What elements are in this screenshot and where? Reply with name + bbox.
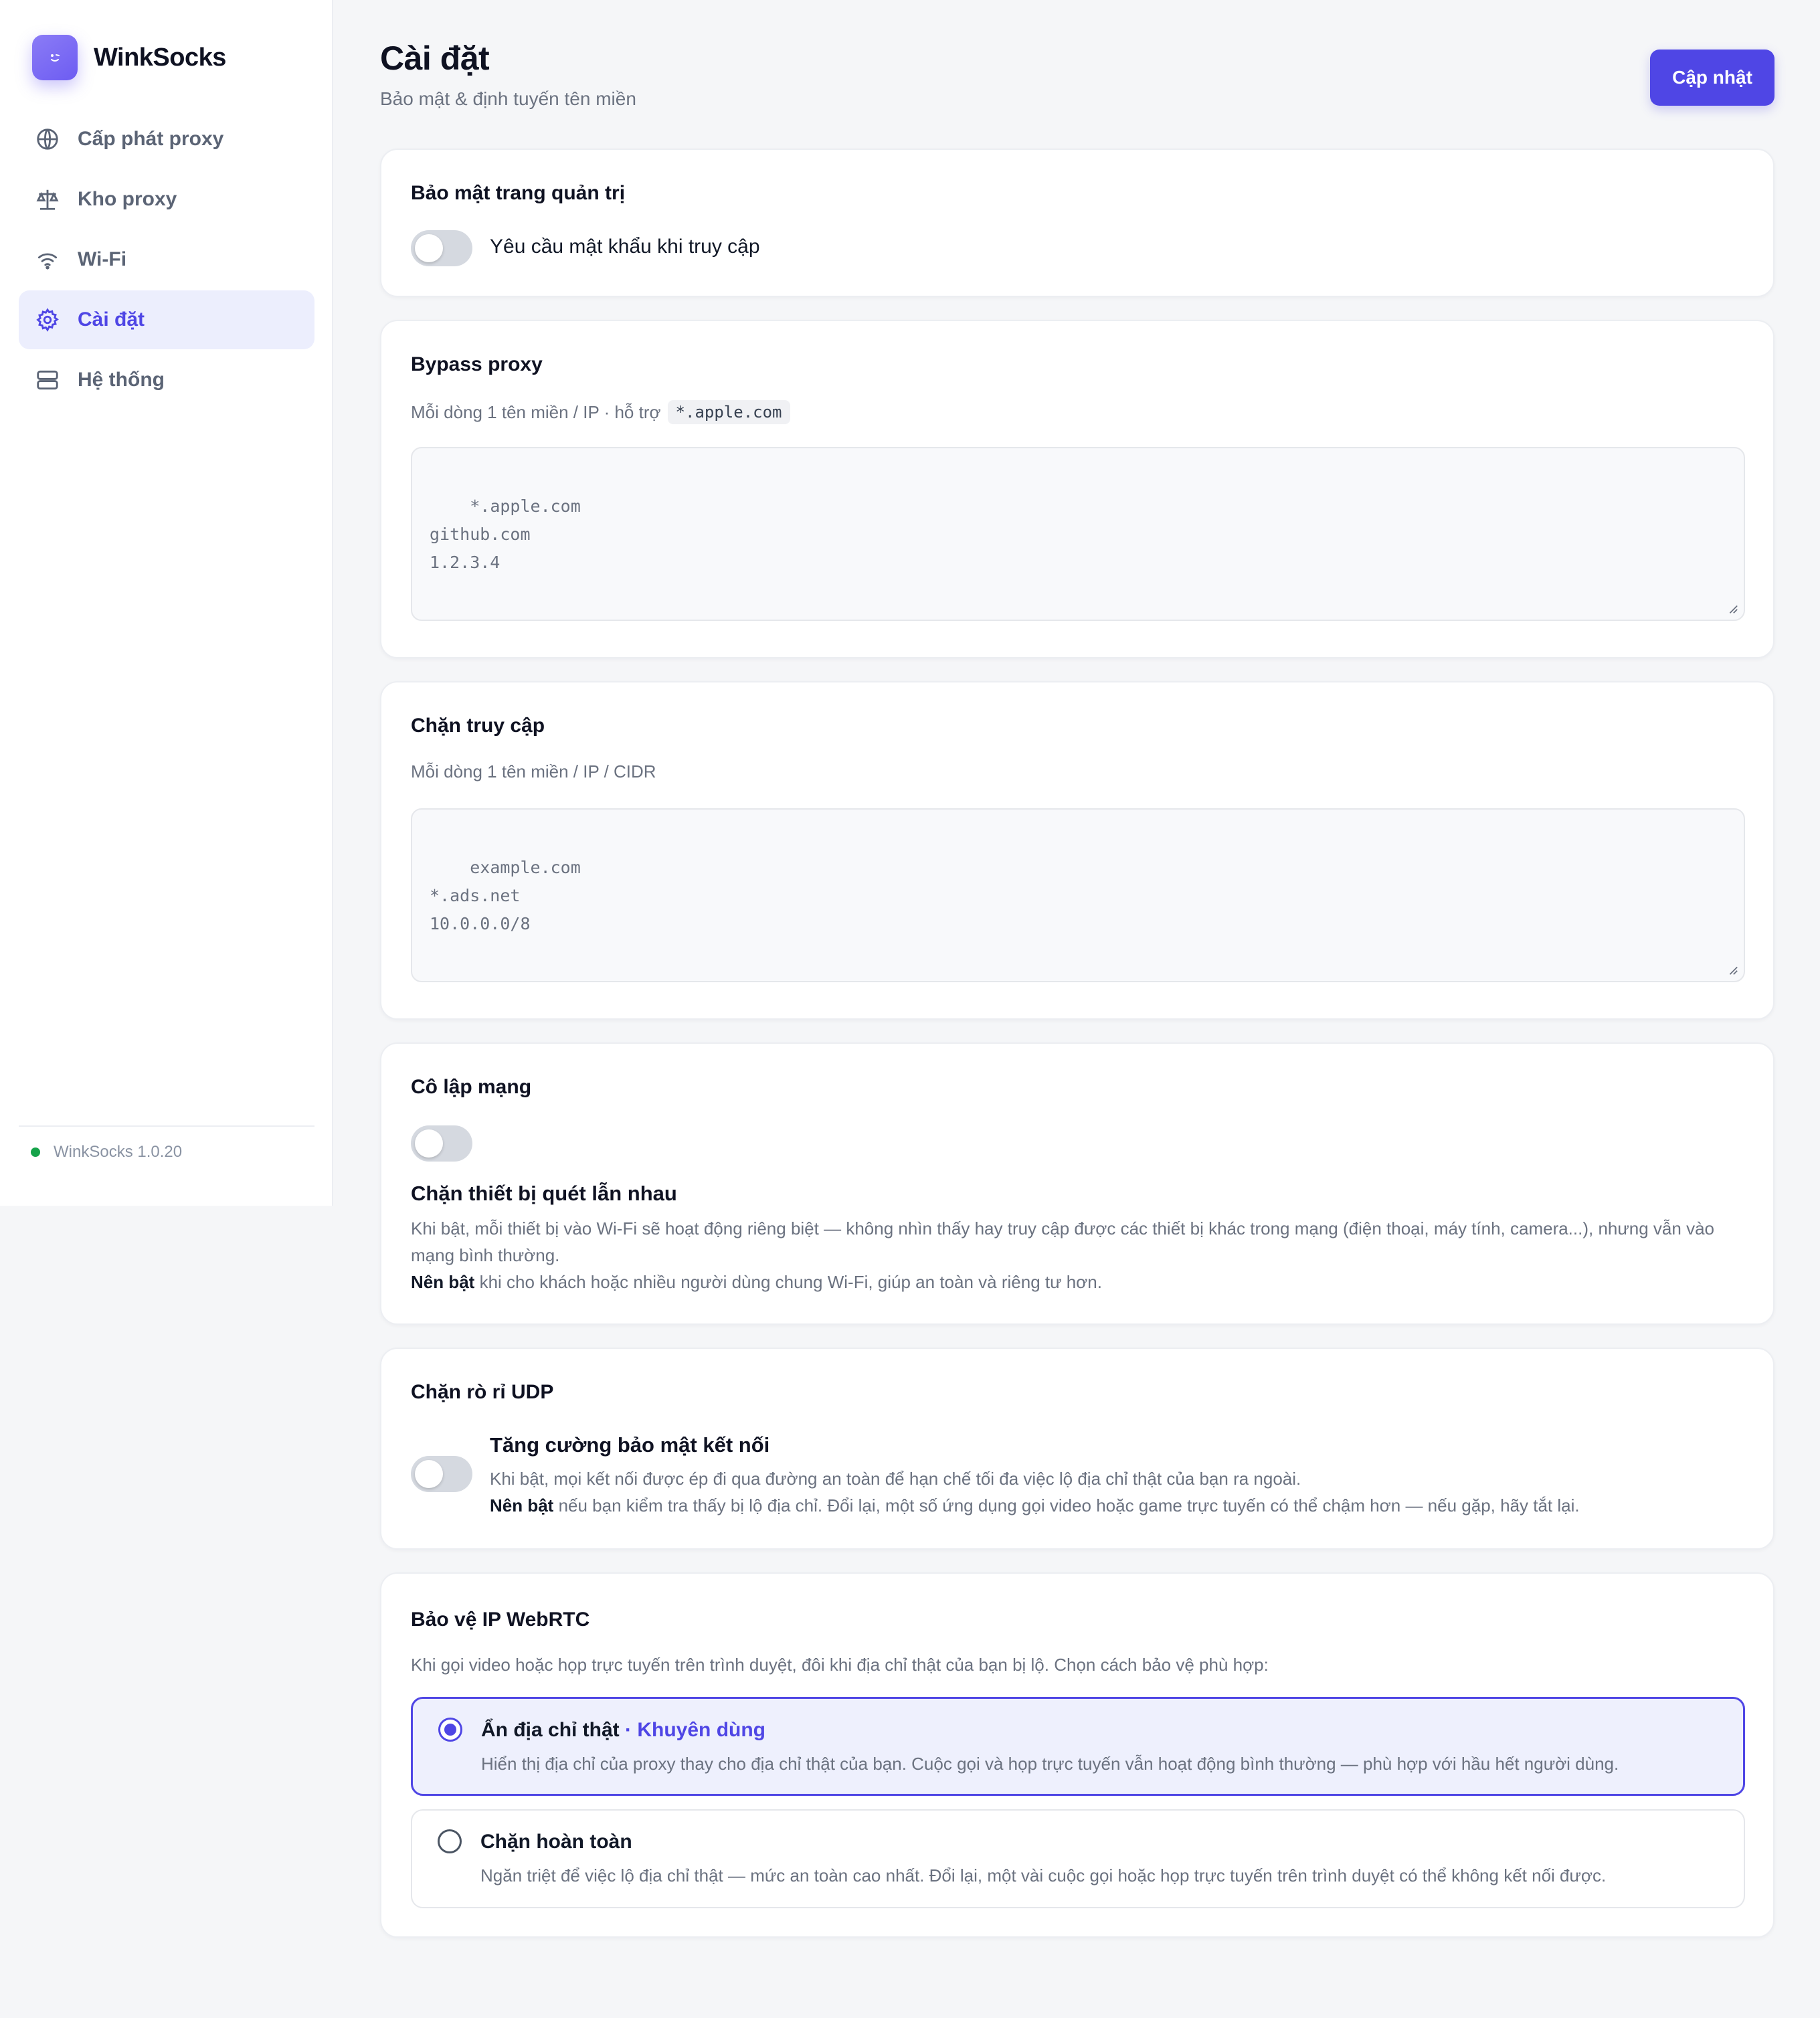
page-subtitle: Bảo mật & định tuyến tên miền xyxy=(380,88,636,109)
sidebar-item-cap-phat-proxy[interactable]: Cấp phát proxy xyxy=(19,110,314,169)
radio-button[interactable] xyxy=(438,1718,462,1742)
server-icon xyxy=(37,370,58,390)
wifi-icon xyxy=(37,253,58,270)
udp-leak-card: Chặn rò rỉ UDP Tăng cường bảo mật kết nố… xyxy=(380,1348,1774,1550)
webrtc-card: Bảo vệ IP WebRTC Khi gọi video hoặc họp … xyxy=(380,1572,1774,1938)
sidebar: WinkSocks Cấp phát proxy Kho proxy Wi-Fi xyxy=(0,0,333,1206)
isolation-subtitle: Chặn thiết bị quét lẫn nhau xyxy=(411,1182,677,1205)
isolation-toggle[interactable] xyxy=(411,1125,472,1162)
option-description: Hiển thị địa chỉ của proxy thay cho địa … xyxy=(481,1754,1619,1774)
webrtc-option-block[interactable]: Chặn hoàn toàn Ngăn triệt để việc lộ địa… xyxy=(411,1809,1745,1908)
option-description: Ngăn triệt để việc lộ địa chỉ thật — mức… xyxy=(480,1865,1607,1886)
sidebar-item-label: Wi-Fi xyxy=(78,248,127,270)
card-title: Chặn truy cập xyxy=(411,715,545,737)
option-title: Ẩn địa chỉ thật · Khuyên dùng xyxy=(481,1719,765,1742)
brand[interactable]: WinkSocks xyxy=(32,35,226,80)
recommend-label: Nên bật xyxy=(490,1495,554,1516)
card-title: Cô lập mạng xyxy=(411,1076,532,1098)
bypass-proxy-card: Bypass proxy Mỗi dòng 1 tên miền / IP · … xyxy=(380,320,1774,658)
sidebar-item-kho-proxy[interactable]: Kho proxy xyxy=(19,170,314,229)
card-title: Bảo vệ IP WebRTC xyxy=(411,1609,590,1631)
sidebar-nav: Cấp phát proxy Kho proxy Wi-Fi Cài đặt H… xyxy=(19,110,314,411)
udp-toggle[interactable] xyxy=(411,1456,472,1492)
card-title: Bypass proxy xyxy=(411,353,543,375)
sidebar-item-he-thong[interactable]: Hệ thống xyxy=(19,351,314,409)
webrtc-intro: Khi gọi video hoặc họp trực tuyến trên t… xyxy=(411,1655,1269,1675)
block-hint: Mỗi dòng 1 tên miền / IP / CIDR xyxy=(411,761,656,782)
card-title: Chặn rò rỉ UDP xyxy=(411,1381,554,1403)
resize-handle-icon[interactable] xyxy=(1726,602,1738,614)
resize-handle-icon[interactable] xyxy=(1726,964,1738,976)
wink-face-icon xyxy=(32,35,78,80)
globe-icon xyxy=(37,128,58,150)
udp-description: Khi bật, mọi kết nối được ép đi qua đườn… xyxy=(490,1465,1745,1519)
toggle-label: Yêu cầu mật khẩu khi truy cập xyxy=(490,236,760,258)
hint-code: *.apple.com xyxy=(667,400,790,424)
version-label: WinkSocks 1.0.20 xyxy=(54,1143,183,1161)
sidebar-item-label: Kho proxy xyxy=(78,188,177,210)
udp-subtitle: Tăng cường bảo mật kết nối xyxy=(490,1433,770,1457)
recommend-text: nếu bạn kiểm tra thấy bị lộ địa chỉ. Đổi… xyxy=(553,1495,1580,1516)
recommend-text: khi cho khách hoặc nhiều người dùng chun… xyxy=(474,1272,1102,1292)
webrtc-option-hide[interactable]: Ẩn địa chỉ thật · Khuyên dùng Hiển thị đ… xyxy=(411,1697,1745,1796)
hint-text: Mỗi dòng 1 tên miền / IP / CIDR xyxy=(411,761,656,782)
isolation-description: Khi bật, mỗi thiết bị vào Wi-Fi sẽ hoạt … xyxy=(411,1215,1745,1295)
update-button[interactable]: Cập nhật xyxy=(1650,50,1774,106)
toggle-knob xyxy=(415,234,443,262)
bypass-hint: Mỗi dòng 1 tên miền / IP · hỗ trợ *.appl… xyxy=(411,400,790,424)
gear-icon xyxy=(36,308,59,332)
hint-text: Mỗi dòng 1 tên miền / IP · hỗ trợ xyxy=(411,401,661,422)
textarea-placeholder: *.apple.com github.com 1.2.3.4 xyxy=(430,496,581,572)
bypass-textarea[interactable]: *.apple.com github.com 1.2.3.4 xyxy=(411,447,1745,621)
description-text: Khi bật, mọi kết nối được ép đi qua đườn… xyxy=(490,1469,1301,1489)
sidebar-item-label: Cấp phát proxy xyxy=(78,128,224,150)
sidebar-item-label: Hệ thống xyxy=(78,369,165,391)
block-access-card: Chặn truy cập Mỗi dòng 1 tên miền / IP /… xyxy=(380,681,1774,1020)
textarea-placeholder: example.com *.ads.net 10.0.0.0/8 xyxy=(430,858,581,933)
admin-password-toggle[interactable] xyxy=(411,230,472,266)
scale-icon xyxy=(36,189,59,210)
page-title: Cài đặt xyxy=(380,39,490,77)
radio-button[interactable] xyxy=(438,1829,462,1853)
sidebar-item-wifi[interactable]: Wi-Fi xyxy=(19,230,314,289)
description-text: Khi bật, mỗi thiết bị vào Wi-Fi sẽ hoạt … xyxy=(411,1218,1714,1265)
sidebar-footer: WinkSocks 1.0.20 xyxy=(19,1125,314,1162)
sidebar-item-cai-dat[interactable]: Cài đặt xyxy=(19,290,314,349)
recommended-badge: · Khuyên dùng xyxy=(619,1719,765,1741)
block-textarea[interactable]: example.com *.ads.net 10.0.0.0/8 xyxy=(411,808,1745,982)
toggle-knob xyxy=(415,1129,443,1158)
network-isolation-card: Cô lập mạng Chặn thiết bị quét lẫn nhau … xyxy=(380,1042,1774,1325)
admin-security-card: Bảo mật trang quản trị Yêu cầu mật khẩu … xyxy=(380,149,1774,297)
card-title: Bảo mật trang quản trị xyxy=(411,182,626,204)
status-dot xyxy=(31,1148,40,1157)
sidebar-item-label: Cài đặt xyxy=(78,308,145,331)
option-title-text: Ẩn địa chỉ thật xyxy=(481,1719,620,1741)
recommend-label: Nên bật xyxy=(411,1272,475,1292)
brand-name: WinkSocks xyxy=(94,43,226,72)
toggle-knob xyxy=(415,1460,443,1488)
option-title: Chặn hoàn toàn xyxy=(480,1831,632,1853)
